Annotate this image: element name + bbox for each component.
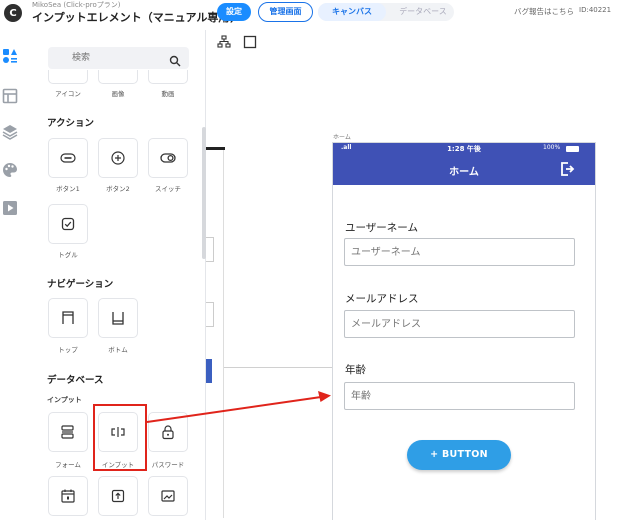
- add-button[interactable]: + BUTTON: [407, 440, 511, 470]
- image-upload-icon: [161, 490, 175, 502]
- screen-connector: [224, 367, 332, 368]
- app-id: ID:40221: [579, 6, 612, 14]
- layout-icon[interactable]: [2, 88, 18, 104]
- tile-label-button1: ボタン1: [56, 185, 80, 193]
- bug-report-link[interactable]: バグ報告はこちら: [514, 6, 574, 17]
- tile-label-switch: スイッチ: [155, 185, 181, 193]
- upload-icon: [111, 489, 125, 503]
- previous-screen-field: [206, 302, 214, 327]
- app-bar: ホーム: [333, 155, 595, 185]
- logout-icon[interactable]: [559, 161, 575, 177]
- frame-icon[interactable]: [243, 34, 257, 49]
- frame-label: ホーム: [333, 134, 351, 141]
- tile-form[interactable]: [48, 412, 88, 452]
- app-logo[interactable]: C: [4, 4, 22, 22]
- section-actions: アクション: [47, 118, 95, 129]
- previous-screen-button: [206, 359, 212, 383]
- tile-button1[interactable]: [48, 138, 88, 178]
- search-icon[interactable]: [169, 52, 181, 67]
- top-bar-icon: [62, 311, 74, 324]
- age-label: 年齢: [345, 364, 366, 376]
- arrow-icon: [146, 391, 331, 423]
- tile-label-top: トップ: [58, 346, 78, 354]
- phone-screen[interactable]: .all 1:28 午後 100% ホーム ユーザーネーム メールアドレス 年齢…: [332, 142, 596, 520]
- project-title[interactable]: インプットエレメント（マニュアル専用): [32, 9, 234, 25]
- search-input[interactable]: [48, 47, 189, 69]
- app-bar-title: ホーム: [449, 167, 479, 178]
- icon-rail: [0, 30, 24, 520]
- tile-label-bottom: ボトム: [108, 346, 128, 354]
- section-navigation: ナビゲーション: [47, 279, 114, 290]
- email-label: メールアドレス: [345, 293, 419, 305]
- layers-icon[interactable]: [2, 124, 18, 140]
- tile-button2[interactable]: [98, 138, 138, 178]
- tile-label-button2: ボタン2: [106, 185, 130, 193]
- tile-icon[interactable]: [48, 70, 88, 84]
- previous-screen: [206, 148, 224, 518]
- tile-bottom-nav[interactable]: [98, 298, 138, 338]
- battery-icon: [566, 146, 579, 152]
- plus-circle-icon: [111, 151, 125, 165]
- previous-screen-statusbar: [206, 147, 225, 150]
- tab-database[interactable]: データベース: [392, 3, 454, 21]
- tab-canvas[interactable]: キャンバス: [318, 3, 386, 21]
- tile-top-nav[interactable]: [48, 298, 88, 338]
- tile-image-upload[interactable]: [148, 476, 188, 516]
- username-field[interactable]: [344, 238, 575, 266]
- bottom-bar-icon: [112, 312, 124, 325]
- tile-date[interactable]: [48, 476, 88, 516]
- highlight-box: [93, 404, 147, 471]
- tile-image[interactable]: [98, 70, 138, 84]
- tile-label-form: フォーム: [55, 461, 81, 469]
- form-icon: [61, 425, 74, 439]
- username-label: ユーザーネーム: [345, 222, 418, 234]
- components-icon[interactable]: [2, 48, 18, 64]
- tile-label-video: 動画: [161, 90, 175, 98]
- email-field[interactable]: [344, 310, 575, 338]
- tile-label-toggle: トグル: [58, 251, 78, 259]
- tile-upload[interactable]: [98, 476, 138, 516]
- admin-button[interactable]: 管理画面: [258, 2, 313, 22]
- tile-video[interactable]: [148, 70, 188, 84]
- age-field[interactable]: [344, 382, 575, 410]
- sitemap-icon[interactable]: [217, 34, 231, 48]
- tile-switch[interactable]: [148, 138, 188, 178]
- calendar-icon: [61, 489, 75, 503]
- palette-icon[interactable]: [2, 162, 18, 178]
- preview-icon[interactable]: [2, 200, 18, 216]
- tile-toggle[interactable]: [48, 204, 88, 244]
- previous-screen-field: [206, 237, 214, 262]
- settings-button[interactable]: 設定: [217, 3, 251, 21]
- section-database: データベース: [47, 375, 104, 386]
- checkbox-icon: [61, 217, 75, 231]
- subsection-input: インプット: [47, 396, 82, 404]
- switch-icon: [160, 153, 176, 163]
- top-bar: C MikoSea (Click-proプラン) インプットエレメント（マニュア…: [0, 0, 644, 28]
- battery-percent: 100%: [543, 144, 561, 151]
- status-bar: .all 1:28 午後 100%: [333, 143, 595, 155]
- tile-label-image: 画像: [111, 90, 125, 98]
- tile-label-icon: アイコン: [55, 90, 81, 98]
- tile-label-password: パスワード: [151, 461, 185, 469]
- text-button-icon: [60, 153, 76, 163]
